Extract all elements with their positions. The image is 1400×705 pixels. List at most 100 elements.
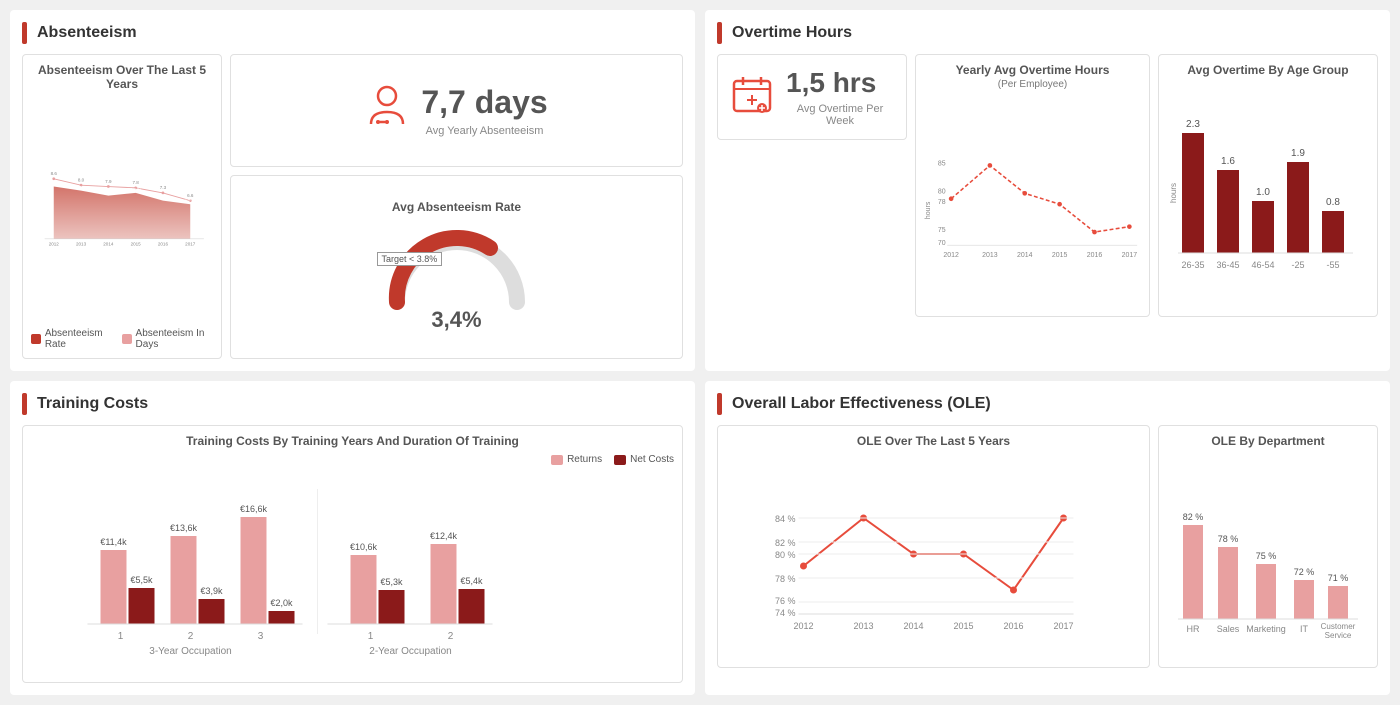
svg-text:2: 2 [448, 631, 454, 642]
dot [162, 192, 165, 195]
bar-cost [199, 599, 225, 624]
svg-text:78 %: 78 % [775, 574, 796, 584]
overtime-metric-inner: 1,5 hrs Avg Overtime Per Week [730, 67, 894, 127]
bar [1328, 586, 1348, 619]
bar-return [171, 536, 197, 624]
svg-text:75 %: 75 % [1256, 551, 1277, 561]
svg-text:78: 78 [938, 199, 946, 206]
training-section-bar [22, 393, 27, 415]
legend-costs: Net Costs [614, 454, 674, 465]
yearly-line [951, 165, 1129, 232]
bar [1256, 564, 1276, 619]
bar [1322, 211, 1344, 253]
ole-section: Overall Labor Effectiveness (OLE) OLE Ov… [705, 381, 1390, 695]
bar-return [431, 544, 457, 624]
svg-text:IT: IT [1300, 624, 1309, 634]
ole-section-bar [717, 393, 722, 415]
svg-text:46-54: 46-54 [1251, 260, 1274, 270]
ole-content: OLE Over The Last 5 Years 84 % 82 % [717, 425, 1378, 668]
dot [1057, 202, 1062, 207]
bar [1218, 547, 1238, 619]
svg-text:2017: 2017 [1122, 252, 1138, 259]
legend-days-color [122, 334, 132, 344]
svg-text:2015: 2015 [131, 242, 142, 247]
svg-text:76 %: 76 % [775, 596, 796, 606]
dot [949, 196, 954, 201]
svg-text:85: 85 [938, 160, 946, 167]
svg-text:2.3: 2.3 [1186, 119, 1200, 130]
training-title: Training Costs [37, 395, 148, 413]
svg-text:2017: 2017 [185, 242, 196, 247]
dot [1022, 191, 1027, 196]
svg-text:€5,3k: €5,3k [380, 577, 403, 587]
svg-text:hours: hours [1169, 183, 1178, 203]
svg-text:26-35: 26-35 [1181, 260, 1204, 270]
dashboard: Absenteeism 7,7 days [10, 10, 1390, 695]
legend-returns-label: Returns [567, 454, 602, 465]
svg-text:7.3: 7.3 [160, 185, 167, 190]
bar [1182, 133, 1204, 253]
svg-text:€2,0k: €2,0k [270, 598, 293, 608]
absenteeism-chart: Absenteeism Over The Last 5 Years [22, 54, 222, 359]
overtime-section-bar [717, 22, 722, 44]
legend-days-label: Absenteeism In Days [136, 328, 213, 350]
absenteeism-value: 7,7 days [421, 84, 547, 121]
bar-return [351, 555, 377, 624]
bar [1294, 580, 1314, 619]
training-header: Training Costs [22, 393, 683, 415]
svg-text:Marketing: Marketing [1246, 624, 1286, 634]
ole-line-title: OLE Over The Last 5 Years [726, 434, 1141, 448]
overtime-section: Overtime Hours [705, 10, 1390, 371]
bar [1183, 525, 1203, 619]
svg-text:3 %: 3 % [159, 194, 167, 199]
svg-text:€12,4k: €12,4k [430, 531, 458, 541]
overtime-value-container: 1,5 hrs Avg Overtime Per Week [786, 67, 894, 127]
svg-text:7.9: 7.9 [105, 179, 112, 184]
absenteeism-metric: 7,7 days Avg Yearly Absenteeism [230, 54, 683, 167]
dot [107, 185, 110, 188]
ole-title: Overall Labor Effectiveness (OLE) [732, 395, 991, 413]
overtime-yearly-chart: Yearly Avg Overtime Hours (Per Employee) [915, 54, 1150, 317]
metric-big: 7,7 days Avg Yearly Absenteeism [365, 84, 547, 137]
overtime-title: Overtime Hours [732, 24, 852, 42]
overtime-value: 1,5 hrs [786, 67, 894, 99]
ole-bar-title: OLE By Department [1167, 434, 1369, 448]
svg-text:78 %: 78 % [1218, 534, 1239, 544]
svg-text:€5,4k: €5,4k [460, 576, 483, 586]
svg-text:HR: HR [1187, 624, 1200, 634]
svg-text:€3,9k: €3,9k [200, 586, 223, 596]
svg-text:-25: -25 [1291, 260, 1304, 270]
legend-days: Absenteeism In Days [122, 328, 213, 350]
svg-text:1: 1 [118, 631, 124, 642]
legend-rate: Absenteeism Rate [31, 328, 112, 350]
svg-text:2: 2 [188, 631, 194, 642]
metric-value-container: 7,7 days Avg Yearly Absenteeism [421, 84, 547, 137]
absenteeism-legend: Absenteeism Rate Absenteeism In Days [31, 328, 213, 350]
training-legend: Returns Net Costs [31, 454, 674, 465]
svg-text:2016: 2016 [1087, 252, 1103, 259]
ole-line-svg: 84 % 82 % 80 % 78 % 76 % 74 % 2012 2013 [726, 454, 1141, 654]
legend-rate-label: Absenteeism Rate [45, 328, 112, 350]
svg-text:€10,6k: €10,6k [350, 542, 378, 552]
overtime-header: Overtime Hours [717, 22, 1378, 44]
svg-text:3.6 %: 3.6 % [130, 187, 142, 192]
svg-text:36-45: 36-45 [1216, 260, 1239, 270]
overtime-value-label: Avg Overtime Per Week [786, 103, 894, 127]
svg-text:2012: 2012 [49, 242, 60, 247]
svg-text:82 %: 82 % [775, 538, 796, 548]
svg-text:2013: 2013 [853, 621, 873, 631]
training-chart: Training Costs By Training Years And Dur… [22, 425, 683, 683]
dot [52, 177, 55, 180]
legend-costs-color [614, 455, 626, 465]
svg-text:2013: 2013 [76, 242, 87, 247]
overtime-metric: 1,5 hrs Avg Overtime Per Week [717, 54, 907, 140]
absenteeism-section: Absenteeism 7,7 days [10, 10, 695, 371]
svg-text:82 %: 82 % [1183, 512, 1204, 522]
bar [1217, 170, 1239, 253]
ole-line-chart: OLE Over The Last 5 Years 84 % 82 % [717, 425, 1150, 668]
svg-text:71 %: 71 % [1328, 573, 1349, 583]
overtime-content: 1,5 hrs Avg Overtime Per Week Yearly Avg… [717, 54, 1378, 317]
gauge-wrapper: Target < 3.8% [377, 222, 537, 317]
svg-text:84 %: 84 % [775, 514, 796, 524]
svg-text:1.6: 1.6 [1221, 156, 1235, 167]
